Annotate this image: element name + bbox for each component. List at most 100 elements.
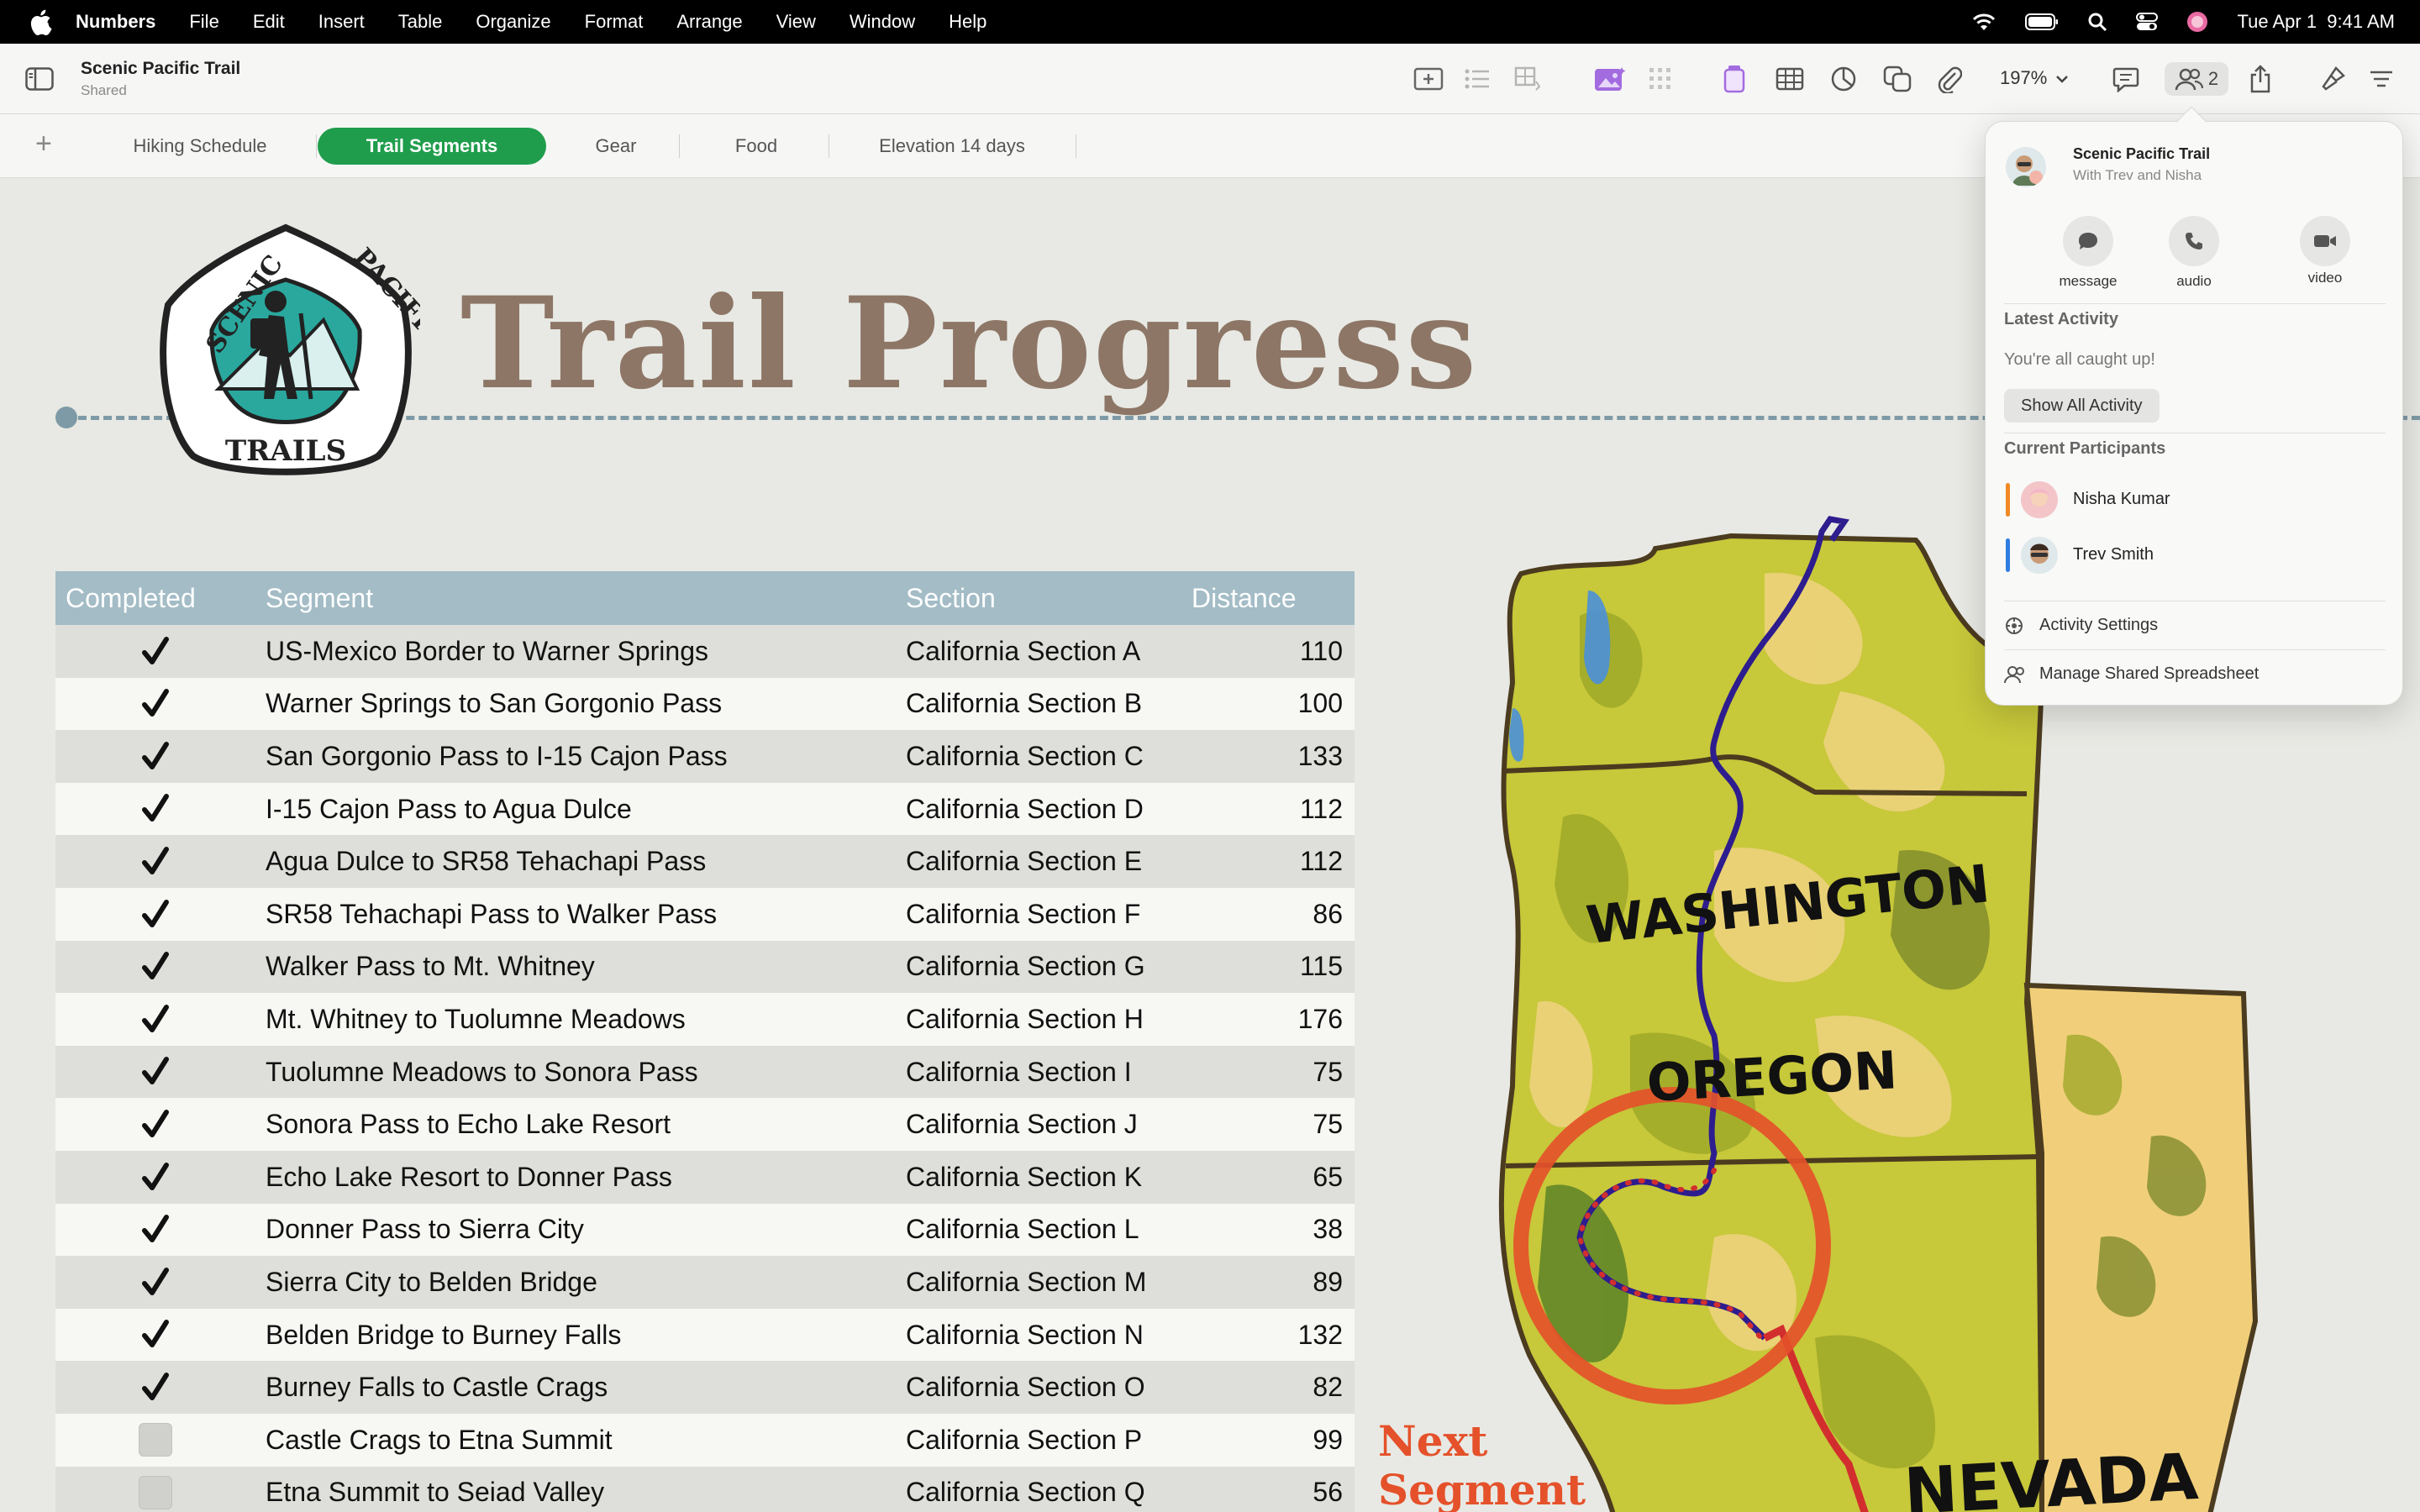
segment-cell[interactable]: Warner Springs to San Gorgonio Pass [255, 677, 896, 731]
table-row[interactable]: Sonora Pass to Echo Lake Resort Californi… [55, 1098, 1355, 1151]
segment-cell[interactable]: Etna Summit to Seiad Valley [255, 1466, 896, 1512]
media-button[interactable] [1590, 62, 1630, 96]
section-cell[interactable]: California Section L [896, 1203, 1181, 1257]
checkmark-icon[interactable] [139, 845, 172, 879]
tab-elevation[interactable]: Elevation 14 days [830, 128, 1074, 165]
menu-view[interactable]: View [776, 11, 816, 33]
segment-cell[interactable]: Sierra City to Belden Bridge [255, 1256, 896, 1309]
menu-insert[interactable]: Insert [318, 11, 365, 33]
manage-shared-spreadsheet-item[interactable]: Manage Shared Spreadsheet [2039, 664, 2259, 684]
apple-menu-icon[interactable] [27, 8, 52, 36]
checkmark-icon[interactable] [139, 635, 172, 669]
comment-button[interactable] [2107, 62, 2144, 96]
table-row[interactable]: Mt. Whitney to Tuolumne Meadows Californi… [55, 993, 1355, 1046]
control-center-icon[interactable] [2136, 12, 2159, 32]
column-header-segment[interactable]: Segment [255, 571, 896, 625]
segment-cell[interactable]: Mt. Whitney to Tuolumne Meadows [255, 993, 896, 1046]
distance-cell[interactable]: 86 [1181, 887, 1355, 941]
completed-cell[interactable] [55, 1203, 255, 1257]
completed-cell[interactable] [55, 1045, 255, 1099]
segment-cell[interactable]: Sonora Pass to Echo Lake Resort [255, 1098, 896, 1151]
distance-cell[interactable]: 75 [1181, 1045, 1355, 1099]
segment-cell[interactable]: Echo Lake Resort to Donner Pass [255, 1150, 896, 1204]
segment-cell[interactable]: Castle Crags to Etna Summit [255, 1413, 896, 1467]
table-row[interactable]: Burney Falls to Castle Crags California S… [55, 1361, 1355, 1414]
checkmark-icon[interactable] [139, 898, 172, 932]
section-cell[interactable]: California Section J [896, 1098, 1181, 1151]
menu-table[interactable]: Table [398, 11, 443, 33]
section-cell[interactable]: California Section B [896, 677, 1181, 731]
segment-cell[interactable]: SR58 Tehachapi Pass to Walker Pass [255, 887, 896, 941]
segment-cell[interactable]: Walker Pass to Mt. Whitney [255, 940, 896, 994]
table-row[interactable]: Warner Springs to San Gorgonio Pass Calif… [55, 677, 1355, 731]
distance-cell[interactable]: 112 [1181, 782, 1355, 836]
checkbox-unchecked[interactable] [139, 1423, 172, 1457]
avatar-trev[interactable] [2021, 537, 2058, 574]
section-cell[interactable]: California Section I [896, 1045, 1181, 1099]
segment-cell[interactable]: Burney Falls to Castle Crags [255, 1361, 896, 1414]
table-row[interactable]: Walker Pass to Mt. Whitney California Sec… [55, 940, 1355, 994]
video-call-button[interactable] [2300, 216, 2350, 266]
table-row[interactable]: SR58 Tehachapi Pass to Walker Pass Califo… [55, 887, 1355, 941]
checkmark-icon[interactable] [139, 1318, 172, 1352]
completed-cell[interactable] [55, 1466, 255, 1512]
distance-cell[interactable]: 89 [1181, 1256, 1355, 1309]
checkmark-icon[interactable] [139, 792, 172, 826]
add-category-button[interactable] [1410, 62, 1447, 96]
segment-cell[interactable]: Donner Pass to Sierra City [255, 1203, 896, 1257]
zoom-dropdown[interactable]: 197% [2000, 67, 2069, 89]
completed-cell[interactable] [55, 993, 255, 1046]
completed-cell[interactable] [55, 730, 255, 783]
scenic-pacific-trails-badge[interactable]: SCENIC PACIFIC TRAILS [151, 221, 420, 490]
table-row[interactable]: San Gorgonio Pass to I-15 Cajon Pass Cali… [55, 730, 1355, 783]
section-cell[interactable]: California Section A [896, 625, 1181, 678]
spotlight-search-icon[interactable] [2087, 12, 2107, 32]
section-cell[interactable]: California Section P [896, 1413, 1181, 1467]
insert-chart-button[interactable] [1825, 62, 1862, 96]
segment-cell[interactable]: Belden Bridge to Burney Falls [255, 1308, 896, 1362]
distance-cell[interactable]: 110 [1181, 625, 1355, 678]
completed-cell[interactable] [55, 1150, 255, 1204]
distance-cell[interactable]: 115 [1181, 940, 1355, 994]
segment-cell[interactable]: Tuolumne Meadows to Sonora Pass [255, 1045, 896, 1099]
table-row[interactable]: Castle Crags to Etna Summit California Se… [55, 1413, 1355, 1467]
activity-settings-item[interactable]: Activity Settings [2039, 616, 2158, 635]
column-header-completed[interactable]: Completed [55, 571, 255, 625]
checkmark-icon[interactable] [139, 1371, 172, 1404]
segment-cell[interactable]: US-Mexico Border to Warner Springs [255, 625, 896, 678]
segment-cell[interactable]: San Gorgonio Pass to I-15 Cajon Pass [255, 730, 896, 783]
column-header-section[interactable]: Section [896, 571, 1181, 625]
section-cell[interactable]: California Section C [896, 730, 1181, 783]
table-format-button[interactable] [1511, 62, 1544, 96]
completed-cell[interactable] [55, 887, 255, 941]
table-row[interactable]: Belden Bridge to Burney Falls California … [55, 1308, 1355, 1362]
section-cell[interactable]: California Section F [896, 887, 1181, 941]
add-sheet-button[interactable]: + [35, 129, 52, 158]
wifi-icon[interactable] [1971, 12, 1996, 32]
collaborate-button[interactable]: 2 [2165, 62, 2228, 96]
segment-cell[interactable]: Agua Dulce to SR58 Tehachapi Pass [255, 835, 896, 888]
page-title[interactable]: Trail Progress [460, 270, 1478, 417]
pivot-table-button[interactable] [1718, 62, 1751, 96]
checkmark-icon[interactable] [139, 740, 172, 774]
tab-gear[interactable]: Gear [555, 128, 677, 165]
tab-hiking-schedule[interactable]: Hiking Schedule [84, 128, 316, 165]
insert-table-button[interactable] [1771, 62, 1808, 96]
trail-segments-table[interactable]: Completed Segment Section Distance US-Me… [55, 571, 1355, 1512]
section-cell[interactable]: California Section Q [896, 1466, 1181, 1512]
section-cell[interactable]: California Section E [896, 835, 1181, 888]
completed-cell[interactable] [55, 1413, 255, 1467]
menu-window[interactable]: Window [850, 11, 915, 33]
sidebar-toggle-icon[interactable] [25, 67, 54, 91]
grid-button[interactable] [1644, 62, 1677, 96]
section-cell[interactable]: California Section D [896, 782, 1181, 836]
section-cell[interactable]: California Section H [896, 993, 1181, 1046]
completed-cell[interactable] [55, 1098, 255, 1151]
table-row[interactable]: Donner Pass to Sierra City California Sec… [55, 1203, 1355, 1257]
avatar-nisha[interactable] [2021, 481, 2058, 518]
tab-food[interactable]: Food [681, 128, 832, 165]
completed-cell[interactable] [55, 1256, 255, 1309]
document-title[interactable]: Scenic Pacific Trail [81, 59, 240, 79]
tab-trail-segments[interactable]: Trail Segments [318, 128, 546, 165]
distance-cell[interactable]: 99 [1181, 1413, 1355, 1467]
